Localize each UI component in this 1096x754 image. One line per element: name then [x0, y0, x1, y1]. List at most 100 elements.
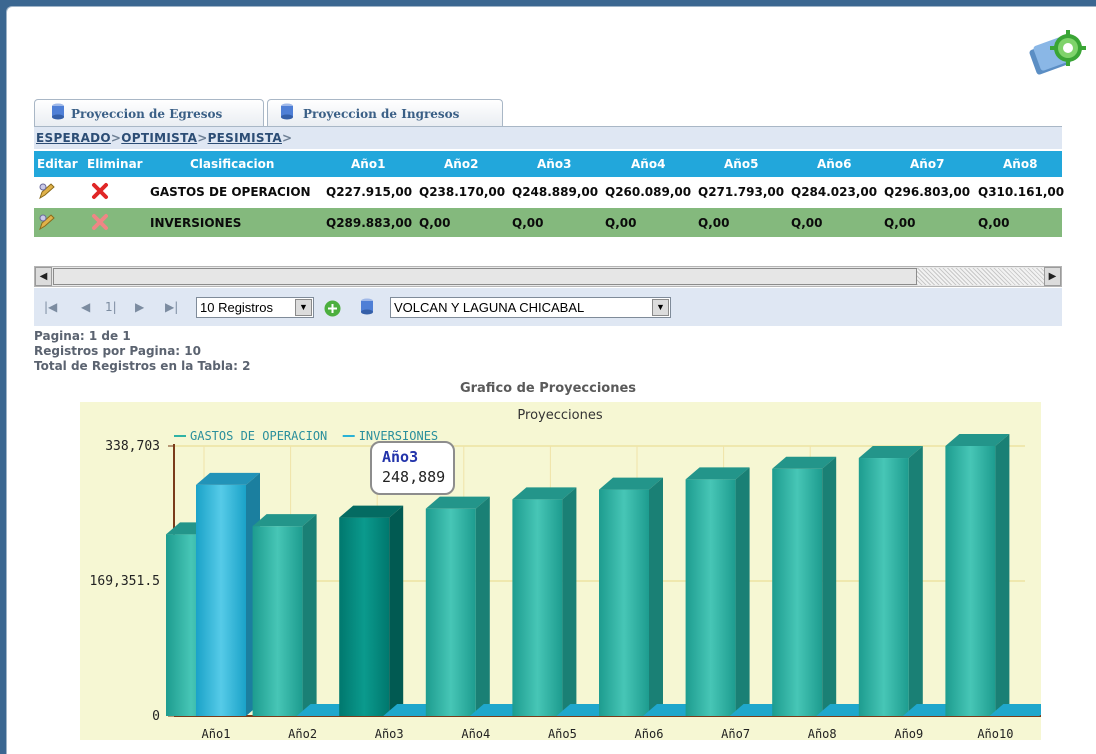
header-eliminar[interactable]: Eliminar [87, 157, 143, 171]
x-tick-label: Año4 [461, 727, 490, 740]
next-page-icon[interactable]: ▶ [135, 300, 144, 314]
breadcrumb-pesimista[interactable]: PESIMISTA [208, 131, 282, 145]
tab-proyeccion-ingresos[interactable]: Proyeccion de Ingresos [267, 99, 503, 127]
settings-gear-icon[interactable] [1024, 28, 1086, 84]
pagina-text: Pagina: 1 de 1 [34, 329, 131, 343]
bar-gastos [599, 477, 663, 716]
page-size-select[interactable]: 10 Registros ▼ [196, 297, 314, 318]
x-tick-label: Año8 [808, 727, 837, 740]
bar-gastos [772, 456, 837, 716]
scroll-left-arrow-icon[interactable]: ◀ [35, 267, 52, 286]
current-page: 1| [105, 300, 117, 314]
cell-value: Q,00 [884, 216, 916, 230]
registros-por-pagina-text: Registros por Pagina: 10 [34, 344, 201, 358]
cell-value: Q,00 [605, 216, 637, 230]
cell-value: Q,00 [698, 216, 730, 230]
header-clasificacion[interactable]: Clasificacion [190, 157, 274, 171]
project-select[interactable]: VOLCAN Y LAGUNA CHICABAL ▼ [390, 297, 671, 318]
cell-value: Q296.803,00 [884, 185, 971, 199]
cell-value: Q238.170,00 [419, 185, 506, 199]
cell-clasificacion: INVERSIONES [150, 216, 242, 230]
tab-proyeccion-egresos[interactable]: Proyeccion de Egresos [34, 99, 264, 127]
scrollbar-track[interactable] [917, 268, 1044, 285]
bar-gastos [252, 514, 317, 716]
edit-icon[interactable] [38, 213, 56, 231]
bar-front [945, 446, 996, 716]
bar-gastos [512, 487, 577, 716]
delete-icon[interactable] [91, 182, 109, 200]
x-tick-label: Año2 [288, 727, 317, 740]
header-ano1[interactable]: Año1 [351, 157, 385, 171]
header-ano7[interactable]: Año7 [910, 157, 944, 171]
bar-side [562, 487, 577, 716]
tooltip-value: 248,889 [382, 468, 445, 486]
cell-value: Q310.161,00 [978, 185, 1065, 199]
bar-gastos [685, 467, 750, 716]
y-tick-label: 169,351.5 [90, 574, 160, 589]
y-tick-label: 338,703 [105, 439, 160, 454]
bar-front [772, 468, 823, 716]
chart-tooltip: Año3 248,889 [370, 441, 455, 495]
project-select-value: VOLCAN Y LAGUNA CHICABAL [394, 300, 585, 315]
cell-value: Q,00 [512, 216, 544, 230]
horizontal-scrollbar[interactable]: ◀ ▶ [34, 266, 1062, 287]
table-row: GASTOS DE OPERACION Q227.915,00 Q238.170… [34, 177, 1065, 206]
bar-front [599, 489, 649, 716]
header-ano8[interactable]: Año8 [1003, 157, 1037, 171]
table-header: Editar Eliminar Clasificacion Año1 Año2 … [34, 151, 1062, 177]
legend-label: INVERSIONES [359, 429, 438, 443]
header-editar[interactable]: Editar [37, 157, 78, 171]
bar-gastos [945, 434, 1010, 716]
scrollbar-thumb[interactable] [53, 268, 917, 285]
header-ano4[interactable]: Año4 [631, 157, 665, 171]
cell-value: Q,00 [419, 216, 451, 230]
bar-front [858, 458, 909, 716]
header-ano5[interactable]: Año5 [724, 157, 758, 171]
last-page-icon[interactable]: ▶| [165, 300, 178, 314]
cell-value: Q227.915,00 [326, 185, 413, 199]
header-ano3[interactable]: Año3 [537, 157, 571, 171]
bar-side [389, 505, 404, 716]
breadcrumb-separator: > [281, 131, 293, 145]
cell-value: Q,00 [978, 216, 1010, 230]
breadcrumb-separator: > [110, 131, 122, 145]
pagination-info: Pagina: 1 de 1 Registros por Pagina: 10 … [34, 329, 250, 374]
add-icon[interactable] [324, 300, 341, 317]
bar-side [475, 496, 490, 716]
chart-area: Proyecciones GASTOS DE OPERACION INVERSION… [80, 402, 1041, 740]
chart-title: Proyecciones [517, 408, 602, 423]
header-ano2[interactable]: Año2 [444, 157, 478, 171]
bar-front [512, 499, 563, 716]
bar-gastos [858, 446, 923, 716]
bar-front [252, 526, 303, 716]
scroll-right-arrow-icon[interactable]: ▶ [1044, 267, 1061, 286]
cell-value: Q284.023,00 [791, 185, 878, 199]
database-icon [281, 103, 293, 120]
chevron-down-icon[interactable]: ▼ [295, 299, 312, 316]
bar-side [908, 446, 923, 716]
y-tick-label: 0 [152, 709, 160, 724]
breadcrumb-esperado[interactable]: ESPERADO [36, 131, 111, 145]
first-page-icon[interactable]: |◀ [44, 300, 57, 314]
bar-side [822, 456, 837, 716]
prev-page-icon[interactable]: ◀ [81, 300, 90, 314]
bar-side [649, 477, 663, 716]
breadcrumb-optimista[interactable]: OPTIMISTA [121, 131, 197, 145]
edit-icon[interactable] [38, 182, 56, 200]
bar-front [685, 479, 736, 716]
x-tick-label: Año3 [375, 727, 404, 740]
x-tick-label: Año9 [894, 727, 923, 740]
bar-side [302, 514, 317, 716]
legend-label: GASTOS DE OPERACION [190, 429, 327, 443]
cell-value: Q248.889,00 [512, 185, 599, 199]
chevron-down-icon[interactable]: ▼ [652, 299, 669, 316]
delete-icon[interactable] [91, 213, 109, 231]
database-icon [361, 298, 373, 315]
database-icon [52, 103, 64, 120]
breadcrumb: ESPERADO>OPTIMISTA>PESIMISTA> [34, 127, 1062, 149]
header-ano6[interactable]: Año6 [817, 157, 851, 171]
chart-section-title: Grafico de Proyecciones [459, 381, 637, 396]
bar-front [196, 484, 246, 716]
bar-gastos [339, 505, 404, 716]
table-row: INVERSIONES Q289.883,00 Q,00 Q,00 Q,00 Q… [34, 208, 1062, 237]
